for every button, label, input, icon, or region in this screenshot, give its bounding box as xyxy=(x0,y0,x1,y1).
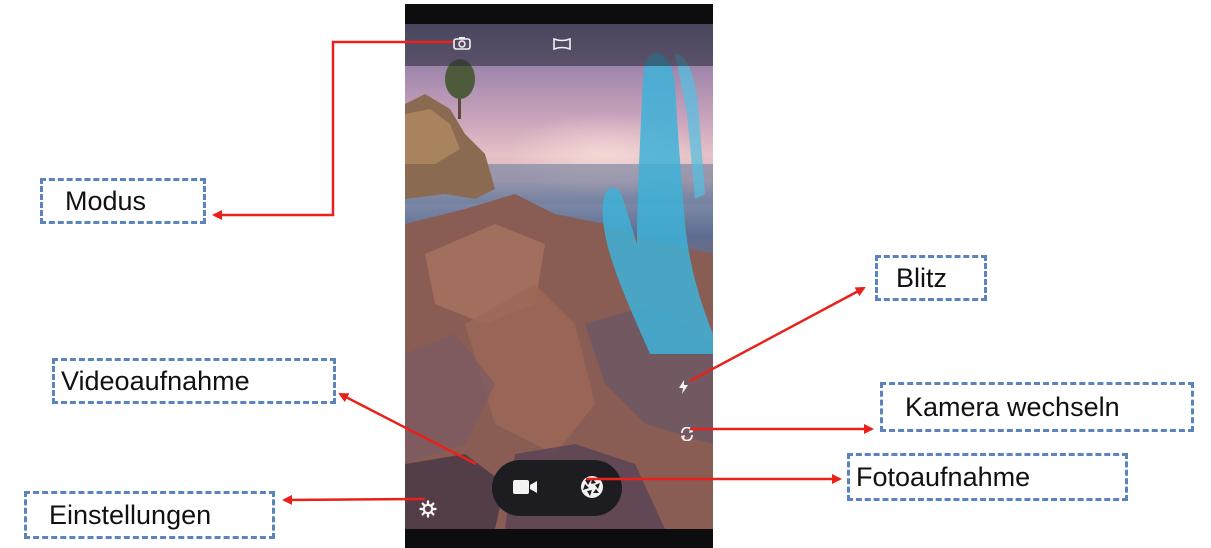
arrow-videoaufnahme xyxy=(338,392,477,466)
callout-fotoaufnahme: Fotoaufnahme xyxy=(847,453,1128,501)
arrow-blitz xyxy=(689,286,866,383)
callout-videoaufnahme-text: Videoaufnahme xyxy=(61,365,250,396)
arrow-modus xyxy=(212,40,453,220)
callout-kamera-wechseln: Kamera wechseln xyxy=(880,382,1194,432)
callout-einstellungen-text: Einstellungen xyxy=(49,499,212,530)
callout-einstellungen: Einstellungen xyxy=(24,491,275,539)
callout-blitz-text: Blitz xyxy=(896,262,948,293)
callout-fotoaufnahme-text: Fotoaufnahme xyxy=(856,461,1031,492)
arrow-einstellungen xyxy=(282,494,426,505)
callout-blitz: Blitz xyxy=(875,255,987,301)
callout-modus-text: Modus xyxy=(65,185,147,216)
callout-modus: Modus xyxy=(40,178,206,224)
callout-videoaufnahme: Videoaufnahme xyxy=(52,358,336,404)
callout-kamera-wechseln-text: Kamera wechseln xyxy=(905,391,1120,422)
